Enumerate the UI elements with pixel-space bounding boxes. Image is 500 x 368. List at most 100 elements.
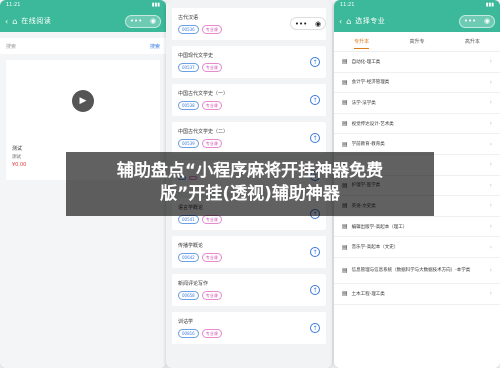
major-label-group: ▤ 学前教育-教育类	[342, 141, 385, 148]
status-bar: 11:21 ▮▮▮	[334, 0, 500, 10]
course-item[interactable]: 中国古代文学史（二） 00539 专业课 ↑	[172, 122, 326, 154]
major-item[interactable]: ▤ 土木工程-理工类 ›	[334, 284, 500, 305]
chevron-right-icon: ›	[489, 223, 492, 231]
arrow-up-icon[interactable]: ↑	[310, 133, 320, 143]
course-type-tag: 专业课	[201, 215, 222, 224]
miniprogram-capsule[interactable]: ••• ◉	[459, 14, 495, 28]
course-item[interactable]: 中国现代文学史 00537 专业课 ↑	[172, 46, 326, 78]
course-title: 新闻评论写作	[178, 281, 209, 287]
course-item[interactable]: 新闻评论写作 00658 专业课 ↑	[172, 274, 326, 306]
book-icon: ▤	[342, 99, 348, 107]
signal-icon: ▮▮▮	[151, 2, 160, 8]
chevron-right-icon: ›	[489, 99, 492, 107]
video-title: 测试	[12, 146, 23, 152]
course-tags: 00658 专业课	[178, 291, 222, 300]
course-item[interactable]: 中国古代文学史（一） 00538 专业课 ↑	[172, 84, 326, 116]
book-icon: ▤	[342, 223, 348, 231]
book-icon: ▤	[342, 243, 348, 251]
more-icon[interactable]: •••	[464, 17, 476, 25]
course-code-tag: 00816	[178, 329, 199, 338]
back-icon[interactable]: ‹	[5, 17, 8, 26]
book-icon: ▤	[342, 120, 348, 128]
course-item[interactable]: 传播学概论 00642 专业课 ↑	[172, 236, 326, 268]
video-player[interactable]: ▶	[6, 60, 160, 142]
book-icon: ▤	[342, 78, 348, 86]
home-icon[interactable]: ⌂	[12, 17, 17, 26]
course-info: 古代汉语 00536 专业课	[178, 14, 222, 34]
major-label-group: ▤ 音乐学-高起本（文史）	[342, 244, 398, 251]
chevron-right-icon: ›	[489, 266, 492, 274]
close-target-icon[interactable]: ◉	[150, 17, 156, 25]
major-item[interactable]: ▤ 音乐学-高起本（文史） ›	[334, 237, 500, 258]
chevron-right-icon: ›	[489, 161, 492, 169]
course-tags: 00538 专业课	[178, 101, 228, 110]
header-bar: 11:21 ▮▮▮ ‹ ⌂ 在线阅读 ••• ◉	[0, 0, 166, 32]
major-item[interactable]: ▤ 法学-法学类 ›	[334, 93, 500, 114]
status-time: 11:21	[340, 2, 355, 8]
chevron-right-icon: ›	[489, 202, 492, 210]
course-tags: 00539 专业课	[178, 139, 228, 148]
course-type-tag: 专业课	[201, 63, 222, 72]
major-item[interactable]: ▤ 自动化-理工类 ›	[334, 52, 500, 73]
course-type-tag: 专业课	[201, 329, 222, 338]
major-name: 土木工程-理工类	[351, 291, 385, 297]
search-placeholder: 搜索	[6, 43, 17, 50]
major-item[interactable]: ▤ 会计学-经济管理类 ›	[334, 73, 500, 94]
major-label-group: ▤ 会计学-经济管理类	[342, 79, 389, 86]
nav-bar: ‹ ⌂ 选择专业 ••• ◉	[334, 10, 500, 32]
course-type-tag: 专业课	[201, 253, 222, 262]
arrow-up-icon[interactable]: ↑	[310, 323, 320, 333]
course-code-tag: 00539	[178, 139, 199, 148]
course-item[interactable]: 训诂学 00816 专业课 ↑	[172, 312, 326, 344]
header-bar: 11:21 ▮▮▮ ‹ ⌂ 选择专业 ••• ◉	[334, 0, 500, 32]
page-title: 在线阅读	[21, 17, 52, 25]
chevron-right-icon: ›	[489, 120, 492, 128]
tab-bar: 专升本 高升专 高升本	[334, 32, 500, 52]
more-icon[interactable]: •••	[295, 20, 307, 28]
search-button[interactable]: 搜索	[150, 43, 160, 50]
status-time: 11:21	[6, 2, 21, 8]
major-item[interactable]: ▤ 编辑出版学-高起本（理工） ›	[334, 217, 500, 238]
chevron-right-icon: ›	[489, 243, 492, 251]
arrow-up-icon[interactable]: ↑	[310, 57, 320, 67]
course-title: 训诂学	[178, 319, 194, 325]
course-type-tag: 专业课	[201, 101, 222, 110]
close-target-icon[interactable]: ◉	[484, 17, 490, 25]
book-icon: ▤	[342, 140, 348, 148]
course-title: 传播学概论	[178, 243, 204, 249]
miniprogram-capsule[interactable]: ••• ◉	[290, 17, 326, 30]
course-info: 中国古代文学史（二） 00539 专业课	[178, 128, 228, 148]
arrow-up-icon[interactable]: ↑	[310, 247, 320, 257]
nav-bar: ‹ ⌂ 在线阅读 ••• ◉	[0, 10, 166, 32]
course-code-tag: 00541	[178, 215, 199, 224]
course-code-tag: 00538	[178, 101, 199, 110]
play-icon[interactable]: ▶	[72, 90, 94, 112]
tab-gaoshengben[interactable]: 高升本	[465, 38, 480, 45]
arrow-up-icon[interactable]: ↑	[310, 95, 320, 105]
major-label-group: ▤ 视觉传达设计-艺术类	[342, 120, 394, 127]
banner-line-1: 辅助盘点“小程序麻将开挂神器免费	[116, 161, 384, 181]
course-code-tag: 00537	[178, 63, 199, 72]
major-name: 学前教育-教育类	[351, 142, 385, 148]
back-icon[interactable]: ‹	[339, 17, 342, 26]
tab-gaoshengzhuan[interactable]: 高升专	[409, 38, 424, 45]
more-icon[interactable]: •••	[130, 17, 142, 25]
close-target-icon[interactable]: ◉	[315, 20, 321, 28]
tab-zhuanshengben[interactable]: 专升本	[354, 38, 370, 49]
book-icon: ▤	[342, 58, 348, 66]
search-bar[interactable]: 搜索 搜索	[0, 38, 166, 54]
home-icon[interactable]: ⌂	[346, 17, 351, 26]
course-type-tag: 专业课	[201, 291, 222, 300]
course-title: 中国古代文学史（一）	[178, 91, 229, 97]
course-info: 新闻评论写作 00658 专业课	[178, 280, 222, 300]
major-label-group: ▤ 信息管理与信息系统（数据科学与大数据技术方向）-本学类	[342, 267, 470, 274]
arrow-up-icon[interactable]: ↑	[310, 285, 320, 295]
course-code-tag: 00536	[178, 25, 199, 34]
course-tags: 00642 专业课	[178, 253, 222, 262]
major-item[interactable]: ▤ 信息管理与信息系统（数据科学与大数据技术方向）-本学类 ›	[334, 258, 500, 284]
miniprogram-capsule[interactable]: ••• ◉	[125, 14, 161, 28]
major-item[interactable]: ▤ 视觉传达设计-艺术类 ›	[334, 114, 500, 135]
course-info: 中国现代文学史 00537 专业课	[178, 52, 222, 72]
major-label-group: ▤ 土木工程-理工类	[342, 290, 385, 297]
course-tags: 00541 专业课	[178, 215, 222, 224]
